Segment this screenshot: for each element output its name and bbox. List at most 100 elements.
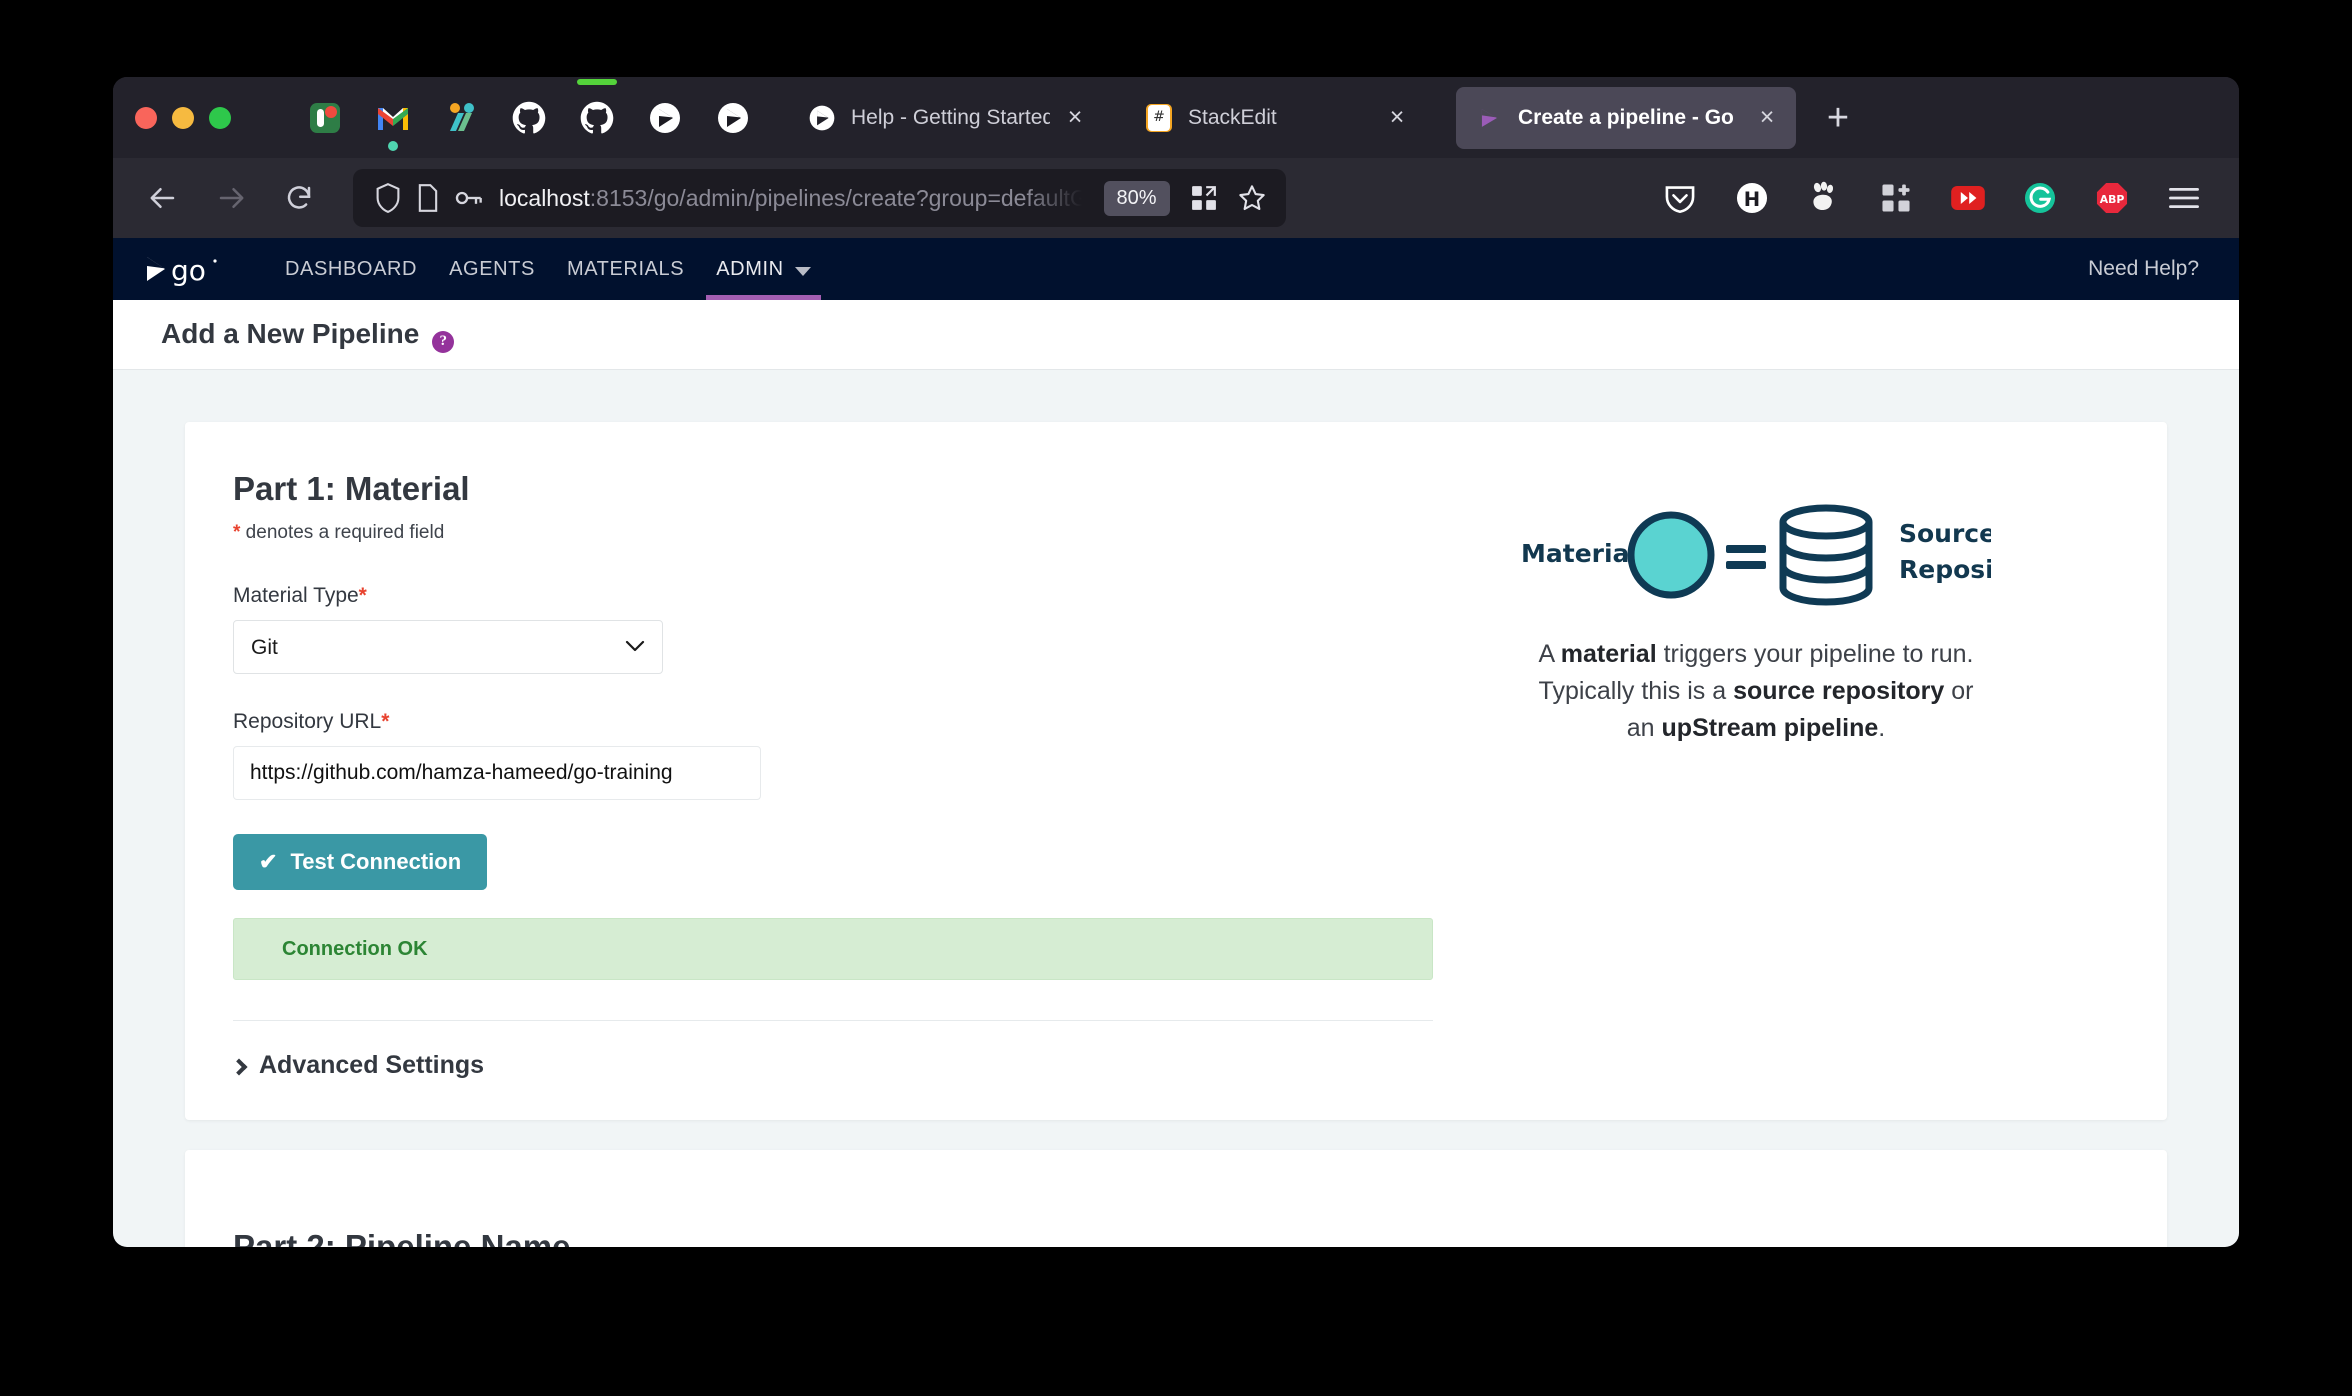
material-equals-repository-diagram: Material Source Reposi (1521, 504, 1991, 606)
browser-tab-title: Help - Getting Started with (851, 105, 1050, 129)
close-window-button[interactable] (135, 106, 157, 129)
star-icon (1238, 185, 1265, 211)
tab-close-icon[interactable]: × (1060, 103, 1090, 133)
nav-item-label: MATERIALS (566, 257, 685, 280)
hamburger-menu-icon[interactable] (2159, 173, 2209, 223)
url-bar[interactable]: localhost:8153/go/admin/pipelines/create… (353, 169, 1286, 227)
required-note-text: denotes a required field (240, 522, 445, 543)
nav-item-agents[interactable]: AGENTS (433, 238, 551, 300)
gmail-audio-dot-icon (388, 141, 398, 151)
new-tab-button[interactable]: + (1810, 90, 1866, 146)
test-connection-button[interactable]: ✔ Test Connection (233, 834, 488, 890)
part2-title: Part 2: Pipeline Name (233, 1228, 571, 1247)
chevron-right-icon (230, 1058, 248, 1075)
browser-tab-title: StackEdit (1188, 105, 1277, 129)
browser-tab-strip: Help - Getting Started with × # StackEdi… (113, 77, 2239, 158)
svg-text:H: H (1744, 188, 1760, 211)
honey-icon[interactable]: H (1727, 173, 1777, 223)
pinned-tab-gocd-1[interactable] (631, 77, 699, 158)
material-type-select[interactable]: Git (233, 620, 663, 674)
pinned-tab-github-1[interactable] (495, 77, 563, 158)
gocd-icon (718, 102, 748, 133)
gocd-logo[interactable]: go (143, 249, 221, 289)
diagram-repository-label: Repository (1899, 555, 1991, 584)
gocd-top-nav: go DASHBOARD AGENTS MATERIALS ADMIN Need… (113, 238, 2239, 300)
pinned-tab-todoist[interactable] (291, 77, 359, 158)
pinned-tabs (291, 77, 767, 158)
minimize-window-button[interactable] (172, 106, 194, 129)
repository-url-input[interactable] (233, 746, 761, 800)
pocket-icon[interactable] (1655, 173, 1705, 223)
page-title: Add a New Pipeline? (161, 318, 455, 353)
material-type-label: Material Type* (233, 584, 1393, 608)
gocd-purple-icon (1474, 103, 1504, 133)
tab-close-icon[interactable]: × (1382, 103, 1412, 133)
description-line-1: A material triggers your pipeline to run… (1539, 636, 1974, 673)
forward-button[interactable] (203, 170, 259, 226)
gocd-icon (650, 102, 680, 133)
video-speed-controller-icon[interactable] (1943, 173, 1993, 223)
gnome-icon[interactable] (1799, 173, 1849, 223)
advanced-settings-toggle[interactable]: Advanced Settings (230, 1051, 485, 1080)
gocd-nav-items: DASHBOARD AGENTS MATERIALS ADMIN (269, 238, 827, 300)
required-star: * (358, 584, 367, 607)
zoom-level-badge[interactable]: 80% (1103, 180, 1170, 216)
adblock-plus-icon[interactable]: ABP (2087, 173, 2137, 223)
arrow-right-icon (219, 188, 244, 208)
diagram-material-label: Material (1521, 539, 1638, 568)
bookmark-star-icon[interactable] (1228, 174, 1276, 222)
browser-tab-title: Create a pipeline - Go (1518, 105, 1734, 129)
connection-status-text: Connection OK (282, 937, 428, 960)
gmail-icon (378, 107, 408, 130)
reader-view-icon[interactable] (1180, 174, 1228, 222)
description-line-2: Typically this is a source repository or (1539, 673, 1974, 710)
nav-item-label: AGENTS (449, 257, 535, 280)
page-header-bar: Add a New Pipeline? (113, 300, 2239, 370)
nav-item-dashboard[interactable]: DASHBOARD (269, 238, 433, 300)
tab-close-icon[interactable]: × (1752, 103, 1782, 133)
pinned-tab-drive[interactable] (427, 77, 495, 158)
browser-tab-stackedit[interactable]: # StackEdit × (1126, 87, 1426, 149)
shield-icon[interactable] (375, 183, 401, 213)
check-icon: ✔ (259, 849, 278, 874)
material-type-select-wrapper: Git (233, 620, 663, 674)
material-description-text: A material triggers your pipeline to run… (1539, 636, 1974, 747)
page-content: Part 1: Material * denotes a required fi… (113, 370, 2239, 1247)
repository-url-label-text: Repository URL (233, 710, 382, 733)
url-host: localhost (499, 184, 590, 211)
material-illustration-panel: Material Source Reposi A material trigge… (1393, 470, 2119, 1080)
section-divider (233, 1020, 1433, 1021)
pinned-tab-github-2[interactable] (563, 77, 631, 158)
maximize-window-button[interactable] (209, 106, 231, 129)
extensions-grid-icon[interactable] (1871, 173, 1921, 223)
desc-text: or (1944, 677, 1974, 705)
nav-item-admin[interactable]: ADMIN (700, 238, 826, 300)
permissions-key-icon[interactable] (455, 187, 483, 209)
required-star: * (381, 710, 390, 733)
connection-status-banner: Connection OK (233, 918, 1433, 980)
back-button[interactable] (135, 170, 191, 226)
pinned-tab-gmail[interactable] (359, 77, 427, 158)
reload-button[interactable] (271, 170, 327, 226)
page-info-icon[interactable] (417, 184, 439, 212)
desc-text: Typically this is a (1538, 677, 1734, 705)
qr-grid-icon (1191, 186, 1216, 210)
arrow-left-icon (150, 188, 175, 208)
nav-item-materials[interactable]: MATERIALS (551, 238, 700, 300)
material-form: Part 1: Material * denotes a required fi… (230, 470, 1433, 1080)
gocd-icon (807, 103, 837, 133)
advanced-settings-label: Advanced Settings (259, 1051, 485, 1079)
need-help-link[interactable]: Need Help? (2088, 257, 2199, 281)
browser-tab-help[interactable]: Help - Getting Started with × (789, 87, 1104, 149)
description-line-3: an upStream pipeline. (1539, 710, 1974, 747)
reload-icon (287, 186, 311, 209)
grammarly-icon[interactable] (2015, 173, 2065, 223)
svg-text:#: # (1153, 109, 1165, 125)
required-field-note: * denotes a required field (233, 522, 1393, 544)
url-text[interactable]: localhost:8153/go/admin/pipelines/create… (499, 184, 1096, 212)
browser-tab-create-pipeline[interactable]: Create a pipeline - Go × (1456, 86, 1796, 149)
pinned-tab-gocd-2[interactable] (699, 77, 767, 158)
repository-url-label: Repository URL* (233, 710, 1393, 734)
github-icon (512, 101, 546, 133)
help-icon[interactable]: ? (432, 330, 455, 353)
